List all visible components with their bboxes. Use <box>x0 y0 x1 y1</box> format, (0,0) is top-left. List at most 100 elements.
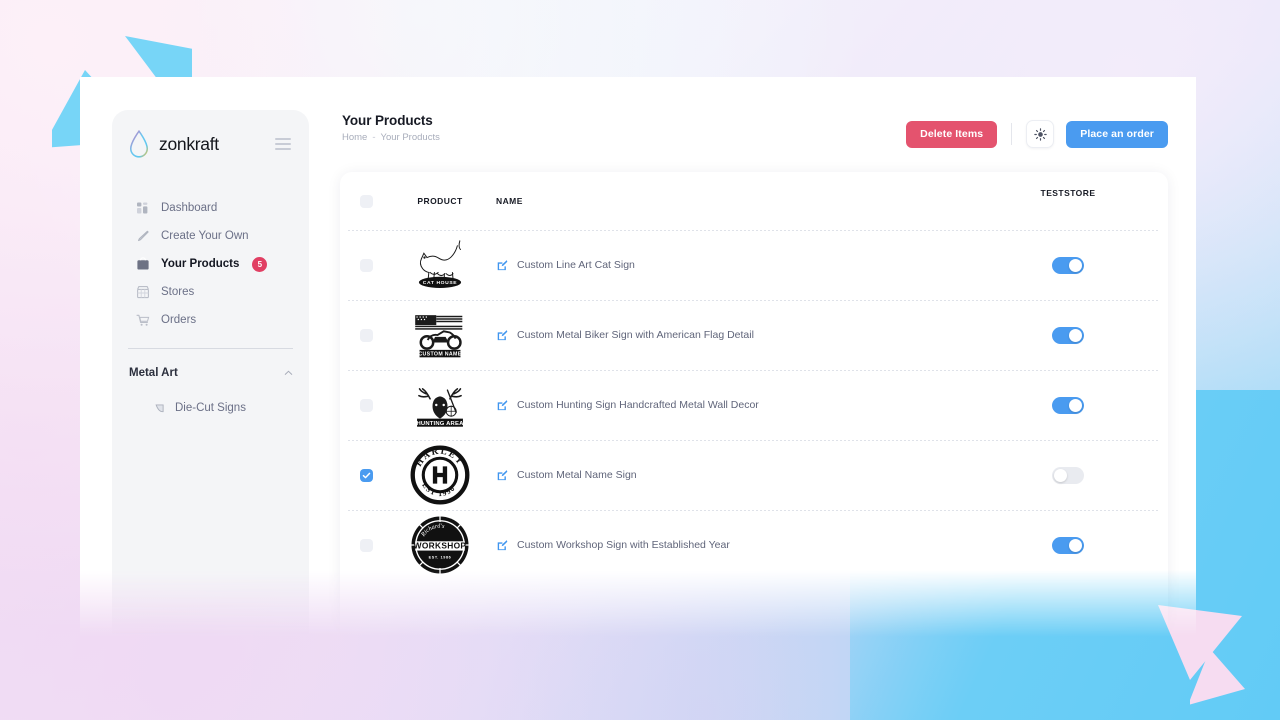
droplet-logo-icon <box>129 129 149 158</box>
sidebar-item-die-cut-signs[interactable]: Die-Cut Signs <box>112 395 309 421</box>
sidebar-item-stores[interactable]: Stores <box>112 278 309 306</box>
header-divider <box>1011 123 1013 145</box>
dashboard-grid-icon <box>137 202 148 214</box>
row-select-cell <box>340 398 392 412</box>
edit-pencil-icon[interactable] <box>496 259 508 271</box>
row-store-cell <box>968 396 1168 414</box>
table-row: HARLEY EST 1990 Custom Metal Name Sign <box>340 440 1168 510</box>
svg-text:CAT HOUSE: CAT HOUSE <box>423 280 457 286</box>
cat-house-sign-thumb: CAT HOUSE <box>409 234 471 296</box>
product-name[interactable]: Custom Hunting Sign Handcrafted Metal Wa… <box>517 399 759 411</box>
sidebar-divider <box>128 348 293 349</box>
your-products-badge: 5 <box>252 256 268 272</box>
sidebar-item-orders[interactable]: Orders <box>112 306 309 334</box>
edit-pencil-icon[interactable] <box>496 539 508 551</box>
place-an-order-button[interactable]: Place an order <box>1066 120 1168 148</box>
sidebar-item-label: Dashboard <box>161 202 218 214</box>
store-toggle[interactable] <box>1052 466 1084 484</box>
sidebar-item-create-your-own[interactable]: Create Your Own <box>112 222 309 250</box>
store-toggle[interactable] <box>1052 256 1084 274</box>
row-checkbox[interactable] <box>359 258 373 272</box>
product-name[interactable]: Custom Line Art Cat Sign <box>517 259 635 271</box>
store-toggle[interactable] <box>1052 536 1084 554</box>
sidebar-group-label: Metal Art <box>129 367 178 379</box>
row-name-cell: Custom Workshop Sign with Established Ye… <box>488 539 968 551</box>
hamburger-menu-icon[interactable] <box>275 138 291 150</box>
breadcrumb-current: Your Products <box>380 132 440 143</box>
table-header-row: PRODUCT NAME TESTSTORE <box>340 172 1168 230</box>
column-header-store: TESTSTORE <box>1040 188 1096 198</box>
harley-circle-sign-thumb: HARLEY EST 1990 <box>409 444 471 506</box>
row-thumbnail-cell: CUSTOM NAME <box>392 304 488 366</box>
products-table-card: PRODUCT NAME TESTSTORE CAT HOUSE Custom … <box>340 172 1168 637</box>
shopping-cart-icon <box>136 314 150 326</box>
table-row: Richard's WORKSHOP EST. 1986 Custom Work… <box>340 510 1168 580</box>
breadcrumb-separator: - <box>372 132 376 143</box>
svg-text:WORKSHOP: WORKSHOP <box>414 541 467 551</box>
svg-text:EST. 1986: EST. 1986 <box>429 556 452 560</box>
product-name[interactable]: Custom Workshop Sign with Established Ye… <box>517 539 730 551</box>
row-name-cell: Custom Line Art Cat Sign <box>488 259 968 271</box>
row-select-cell <box>340 538 392 552</box>
breadcrumb-home[interactable]: Home <box>342 132 367 143</box>
sidebar-item-label: Stores <box>161 286 195 298</box>
row-select-cell <box>340 468 392 482</box>
svg-text:CUSTOM NAME: CUSTOM NAME <box>418 351 461 357</box>
sidebar-group-metal-art[interactable]: Metal Art <box>112 360 309 386</box>
row-name-cell: Custom Metal Name Sign <box>488 469 968 481</box>
table-row: HUNTING AREA Custom Hunting Sign Handcra… <box>340 370 1168 440</box>
store-toggle[interactable] <box>1052 396 1084 414</box>
header-actions: Delete Items Place an order <box>906 120 1168 148</box>
delete-items-button[interactable]: Delete Items <box>906 120 998 148</box>
column-header-name: NAME <box>496 196 523 206</box>
sidebar-item-label: Your Products <box>161 258 240 270</box>
row-store-cell <box>968 256 1168 274</box>
edit-pencil-icon[interactable] <box>496 399 508 411</box>
row-checkbox[interactable] <box>359 398 373 412</box>
row-thumbnail-cell: HARLEY EST 1990 <box>392 444 488 506</box>
table-row: CAT HOUSE Custom Line Art Cat Sign <box>340 230 1168 300</box>
sidebar-subitem-label: Die-Cut Signs <box>175 402 246 414</box>
row-checkbox[interactable] <box>359 328 373 342</box>
select-all-cell <box>340 194 392 208</box>
sidebar-item-dashboard[interactable]: Dashboard <box>112 194 309 222</box>
sidebar: zonkraft Dashboard Create Your Own Your … <box>112 110 309 637</box>
triangle-pink-2 <box>1190 649 1245 705</box>
chevron-up-icon <box>284 370 293 375</box>
die-cut-sign-icon <box>155 404 164 412</box>
theme-toggle-button[interactable] <box>1026 120 1055 148</box>
store-toggle[interactable] <box>1052 326 1084 344</box>
product-name[interactable]: Custom Metal Biker Sign with American Fl… <box>517 329 754 341</box>
row-select-cell <box>340 328 392 342</box>
sidebar-item-label: Orders <box>161 314 197 326</box>
app-surface: zonkraft Dashboard Create Your Own Your … <box>80 77 1196 637</box>
svg-text:EST 1990: EST 1990 <box>420 481 457 498</box>
row-thumbnail-cell: CAT HOUSE <box>392 234 488 296</box>
sun-icon <box>1033 127 1047 141</box>
row-name-cell: Custom Hunting Sign Handcrafted Metal Wa… <box>488 399 968 411</box>
sidebar-item-your-products[interactable]: Your Products 5 <box>112 250 309 278</box>
row-checkbox[interactable] <box>359 538 373 552</box>
row-store-cell <box>968 326 1168 344</box>
svg-text:HUNTING AREA: HUNTING AREA <box>416 421 464 427</box>
row-thumbnail-cell: Richard's WORKSHOP EST. 1986 <box>392 514 488 576</box>
table-row: CUSTOM NAME Custom Metal Biker Sign with… <box>340 300 1168 370</box>
edit-pencil-icon[interactable] <box>496 329 508 341</box>
app-window: zonkraft Dashboard Create Your Own Your … <box>80 77 1196 637</box>
sidebar-item-label: Create Your Own <box>161 230 249 242</box>
select-all-checkbox[interactable] <box>359 194 373 208</box>
pencil-icon <box>138 230 149 242</box>
workshop-badge-thumb: Richard's WORKSHOP EST. 1986 <box>409 514 471 576</box>
edit-pencil-icon[interactable] <box>496 469 508 481</box>
row-store-cell <box>968 536 1168 554</box>
biker-flag-sign-thumb: CUSTOM NAME <box>409 304 471 366</box>
brand-name: zonkraft <box>159 133 219 154</box>
page-header: Your Products Home - Your Products Delet… <box>342 113 1168 163</box>
row-name-cell: Custom Metal Biker Sign with American Fl… <box>488 329 968 341</box>
product-name[interactable]: Custom Metal Name Sign <box>517 469 637 481</box>
column-header-product: PRODUCT <box>417 196 463 206</box>
products-bag-icon <box>137 257 149 270</box>
hunting-area-sign-thumb: HUNTING AREA <box>409 374 471 436</box>
row-thumbnail-cell: HUNTING AREA <box>392 374 488 436</box>
row-checkbox[interactable] <box>359 468 373 482</box>
